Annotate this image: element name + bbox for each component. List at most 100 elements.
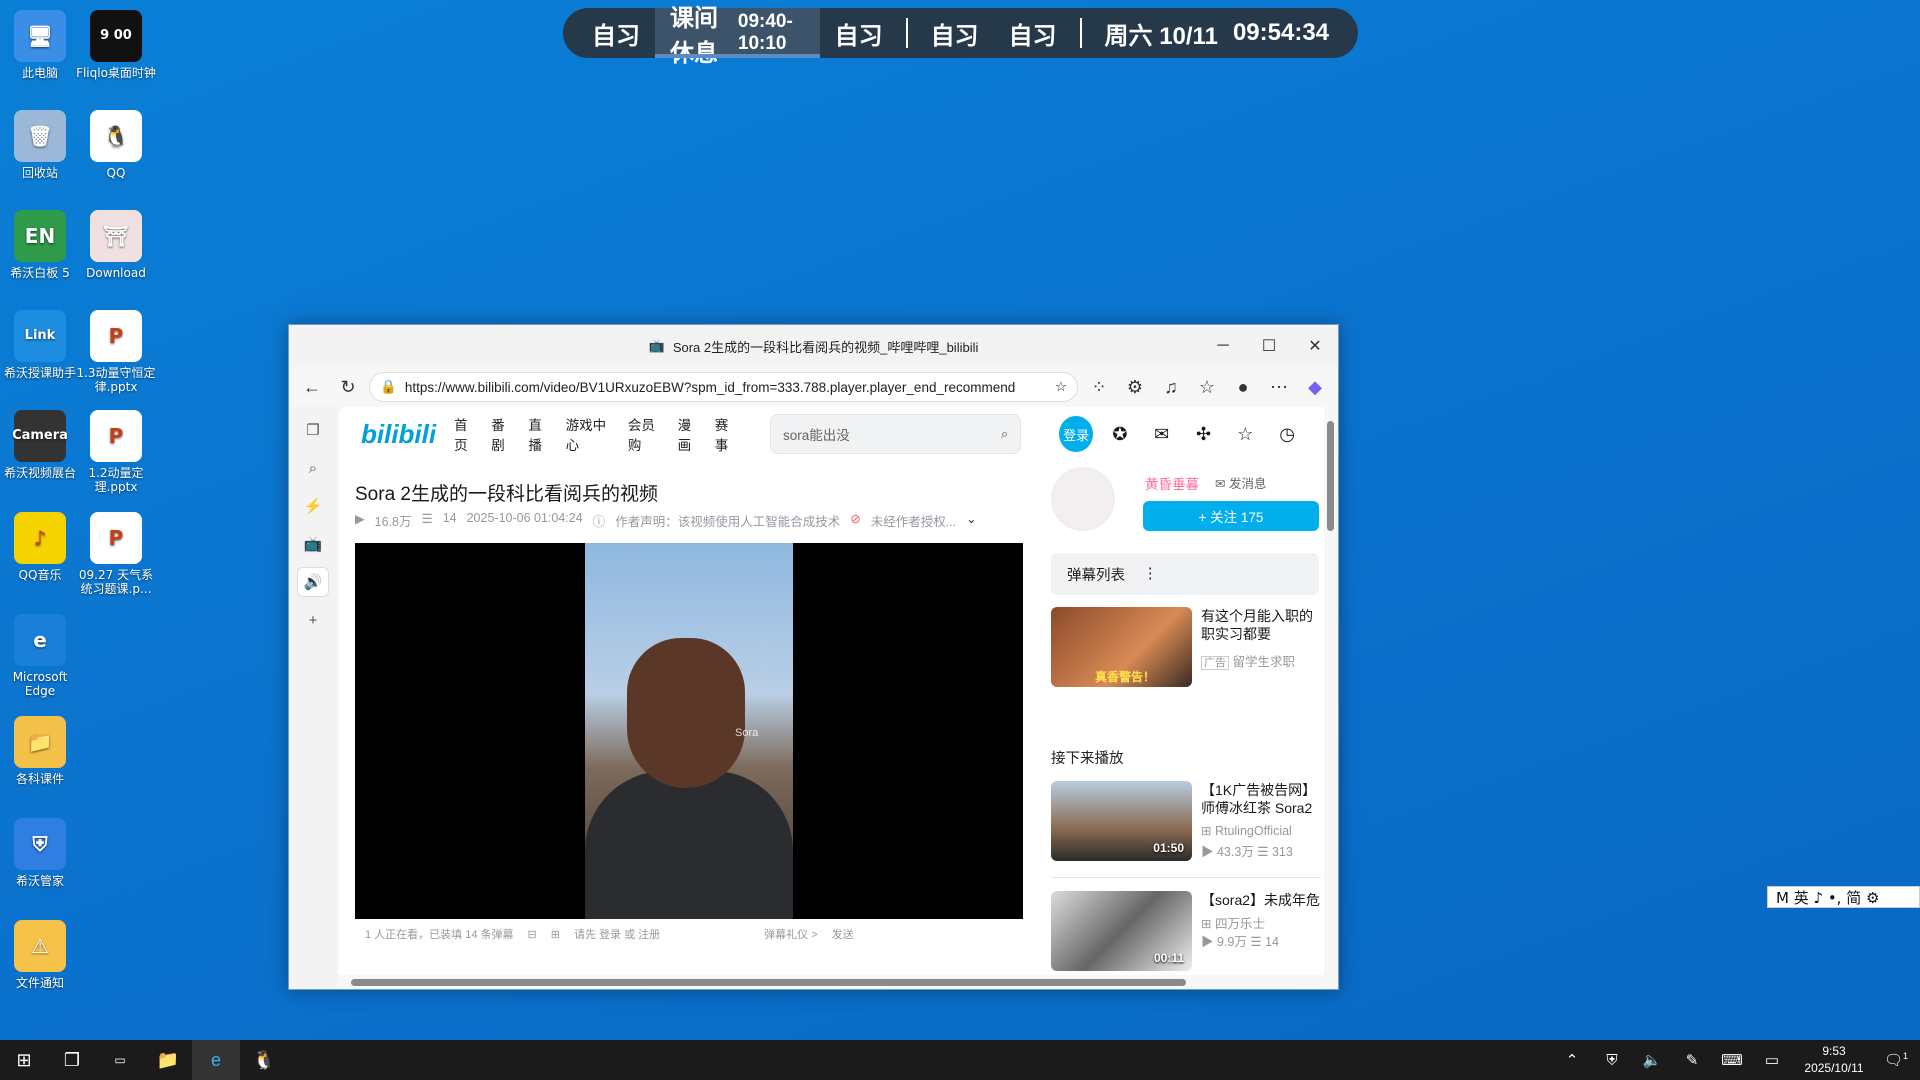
scroll-thumb[interactable]: [1327, 421, 1334, 531]
video-duration: 01:50: [1153, 841, 1184, 855]
notification-icon[interactable]: 🗨1: [1878, 1051, 1914, 1069]
security-icon[interactable]: ⛨: [1594, 1052, 1630, 1069]
taskbar: ⊞ ❐ ▭ 📁 e 🐧 ⌃ ⛨ 🔈 ✎ ⌨ ▭ 9:53 2025/10/11 …: [0, 1040, 1920, 1080]
minimize-button[interactable]: ─: [1200, 325, 1246, 367]
favorites-icon[interactable]: ☆: [1192, 372, 1222, 402]
desktop-icon[interactable]: 🖥 此电脑: [0, 10, 80, 80]
tab-actions-icon[interactable]: ❐: [297, 415, 329, 445]
taskbar-clock[interactable]: 9:53 2025/10/11: [1794, 1043, 1874, 1077]
dynamic-icon[interactable]: ✣: [1189, 424, 1219, 445]
vip-icon[interactable]: ✪: [1105, 424, 1135, 445]
desktop-icon[interactable]: e Microsoft Edge: [0, 614, 80, 698]
recommend-danmaku: 14: [1265, 935, 1279, 949]
uploader-avatar[interactable]: [1051, 467, 1115, 531]
media-icon[interactable]: ♫: [1156, 372, 1186, 402]
favorite-icon[interactable]: ☆: [1230, 424, 1260, 445]
desktop-icon[interactable]: Link 希沃授课助手: [0, 310, 80, 380]
history-icon[interactable]: ◷: [1272, 424, 1302, 445]
desktop-icon[interactable]: 9 00 Fliqlo桌面时钟: [76, 10, 156, 80]
volume-icon[interactable]: 🔈: [1634, 1051, 1670, 1069]
start-button[interactable]: ⊞: [0, 1040, 48, 1080]
horizontal-scrollbar[interactable]: [339, 975, 1324, 989]
ime-toolbar[interactable]: M 英 ♪ •, 简 ⚙: [1767, 886, 1920, 908]
desktop-icon[interactable]: P 1.3动量守恒定律.pptx: [76, 310, 156, 394]
copilot-icon[interactable]: ◆: [1300, 372, 1330, 402]
edge-taskbar-icon[interactable]: e: [192, 1040, 240, 1080]
danmaku-toggle-icon[interactable]: ⊟: [528, 928, 537, 941]
recommend-stats: ▶ 43.3万 ☰ 313: [1201, 845, 1293, 859]
desktop-icon[interactable]: 🗑 回收站: [0, 110, 80, 180]
extension-icon[interactable]: ⁘: [1084, 372, 1114, 402]
danmaku-list-header[interactable]: 弹幕列表 ⋮: [1051, 553, 1319, 595]
send-message-link[interactable]: ✉ 发消息: [1215, 473, 1266, 492]
chevron-up-icon[interactable]: ⌃: [1554, 1051, 1590, 1069]
send-button[interactable]: 发送: [832, 926, 854, 942]
refresh-button[interactable]: ↻: [333, 372, 363, 402]
site-header: bilibili 首页 番剧 直播 游戏中心 会员购 漫画 赛事 sora能出没…: [339, 407, 1324, 461]
ad-card[interactable]: 真香警告！ 有这个月能入职的职实习都要 广告 留学生求职: [1051, 607, 1321, 687]
vertical-scrollbar[interactable]: [1324, 407, 1338, 975]
camera-app-icon[interactable]: ▭: [96, 1040, 144, 1080]
more-vertical-icon[interactable]: ⋮: [1143, 566, 1158, 582]
desktop-icon[interactable]: P 09.27 天气系统习题课.p...: [76, 512, 156, 596]
profile-avatar[interactable]: ●: [1228, 372, 1258, 402]
search-icon[interactable]: ⌕: [1001, 426, 1009, 442]
desktop-icon[interactable]: ⛩ Download: [76, 210, 156, 280]
desktop-icon[interactable]: ⚠ 文件通知: [0, 920, 80, 990]
search-icon[interactable]: ⌕: [297, 453, 329, 483]
desktop-icon[interactable]: ♪ QQ音乐: [0, 512, 80, 582]
file-explorer-icon[interactable]: 📁: [144, 1040, 192, 1080]
scroll-thumb[interactable]: [351, 979, 1186, 986]
recommend-item[interactable]: 00:11 【sora2】未成年危 ⊞ 四万乐士 ▶ 9.9万 ☰ 14: [1051, 891, 1321, 971]
player-controls: 1 人正在看，已装填 14 条弹幕 ⊟ ⊞ 请先 登录 或 注册 弹幕礼仪 > …: [355, 921, 1023, 947]
keyboard-icon[interactable]: ⌨: [1714, 1051, 1750, 1069]
desktop-icon[interactable]: ⛨ 希沃管家: [0, 818, 80, 888]
login-prompt[interactable]: 请先 登录 或 注册: [574, 926, 660, 942]
desktop-icon[interactable]: P 1.2动量定理.pptx: [76, 410, 156, 494]
search-input[interactable]: sora能出没 ⌕: [769, 414, 1022, 454]
login-button[interactable]: 登录: [1059, 416, 1093, 452]
nav-item[interactable]: 直播: [528, 414, 553, 454]
back-button[interactable]: ←: [297, 372, 327, 402]
task-view-icon[interactable]: ❐: [48, 1040, 96, 1080]
publish-date: 2025-10-06 01:04:24: [466, 511, 583, 525]
message-icon[interactable]: ✉: [1147, 424, 1177, 445]
desktop-icon[interactable]: 📁 各科课件: [0, 716, 80, 786]
close-button[interactable]: ✕: [1292, 325, 1338, 367]
nav-item[interactable]: 番剧: [491, 414, 516, 454]
url-text: https://www.bilibili.com/video/BV1URxuzo…: [404, 379, 1016, 395]
add-icon[interactable]: +: [297, 605, 329, 635]
qq-taskbar-icon[interactable]: 🐧: [240, 1040, 288, 1080]
notification-count: 1: [1903, 1051, 1909, 1061]
recommend-item[interactable]: 01:50 【1K广告被告网】师傅冰红茶 Sora2 ⊞ RtulingOffi…: [1051, 781, 1321, 861]
desktop-icon-label: 09.27 天气系统习题课.p...: [78, 568, 154, 596]
chevron-down-icon[interactable]: ⌄: [966, 511, 976, 530]
desktop-icon[interactable]: Camera 希沃视频展台: [0, 410, 80, 480]
schedule-item: 自习: [592, 22, 640, 50]
favorite-star-icon[interactable]: ☆: [1055, 379, 1067, 395]
more-menu-icon[interactable]: ⋯: [1264, 372, 1294, 402]
bilibili-tv-icon[interactable]: 📺: [297, 529, 329, 559]
nav-item[interactable]: 会员购: [628, 414, 666, 454]
desktop-icon[interactable]: 🐧 QQ: [76, 110, 156, 180]
video-player[interactable]: Sora: [355, 543, 1023, 919]
bilibili-logo[interactable]: bilibili: [361, 419, 436, 450]
nav-item[interactable]: 游戏中心: [566, 414, 616, 454]
nav-item[interactable]: 首页: [454, 414, 479, 454]
uploader-name[interactable]: 黄昏垂暮: [1145, 473, 1199, 493]
sidebar-app-icon[interactable]: ⚡: [297, 491, 329, 521]
nav-item[interactable]: 赛事: [715, 414, 740, 454]
speaker-icon[interactable]: 🔊: [297, 567, 329, 597]
desktop-icon-glyph: ⛨: [14, 818, 66, 870]
nav-item[interactable]: 漫画: [678, 414, 703, 454]
maximize-button[interactable]: ☐: [1246, 325, 1292, 367]
puzzle-icon[interactable]: ⚙: [1120, 372, 1150, 402]
etiquette-link[interactable]: 弹幕礼仪 >: [764, 926, 817, 942]
recommend-title: 【sora2】未成年危: [1201, 892, 1321, 908]
follow-button[interactable]: + 关注 175: [1143, 501, 1319, 531]
danmaku-settings-icon[interactable]: ⊞: [551, 928, 560, 941]
address-bar[interactable]: 🔒 https://www.bilibili.com/video/BV1URxu…: [369, 372, 1078, 402]
pen-icon[interactable]: ✎: [1674, 1051, 1710, 1069]
desktop-icon[interactable]: EN 希沃白板 5: [0, 210, 80, 280]
display-icon[interactable]: ▭: [1754, 1051, 1790, 1069]
